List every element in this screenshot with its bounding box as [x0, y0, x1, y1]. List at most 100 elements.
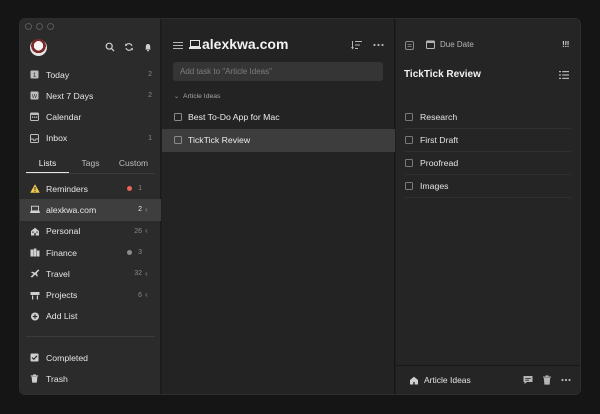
task-detail-title[interactable]: TickTick Review [404, 69, 481, 80]
add-list-button[interactable]: Add List [20, 306, 161, 327]
sidebar-item-finance[interactable]: Finance 3 [20, 242, 161, 263]
search-icon[interactable] [105, 42, 115, 52]
sidebar-item-reminders[interactable]: Reminders 1 [20, 178, 161, 199]
menu-icon[interactable] [173, 41, 183, 50]
sidebar-item-label: Completed [46, 352, 89, 363]
task-row[interactable]: TickTick Review [162, 128, 395, 152]
trash-icon[interactable] [542, 375, 552, 385]
page-title: alexkwa.com [189, 36, 288, 52]
comment-icon[interactable] [523, 375, 533, 385]
status-dot [127, 250, 132, 256]
sort-icon[interactable] [351, 40, 362, 50]
chevron-left-icon[interactable]: ‹ [145, 227, 153, 235]
checklist-icon[interactable] [559, 70, 569, 80]
close-window-button[interactable] [25, 23, 32, 30]
sidebar-header [20, 37, 161, 59]
more-icon[interactable] [561, 375, 571, 385]
zoom-window-button[interactable] [47, 23, 54, 30]
priority-button[interactable]: !!! [562, 39, 570, 49]
more-icon[interactable] [373, 40, 384, 50]
user-lists: Reminders 1 alexkwa.com 2 ‹ Personal 26 … [20, 178, 161, 327]
subtask-title: Images [420, 181, 449, 191]
plus-circle-icon [30, 312, 40, 321]
subtask-title: Research [420, 112, 458, 122]
warning-icon [30, 184, 40, 193]
svg-text:W: W [32, 94, 38, 100]
tab-lists[interactable]: Lists [26, 156, 69, 173]
task-checkbox[interactable] [174, 136, 182, 145]
section-title: Article Ideas [183, 93, 221, 100]
task-detail-pane: Due Date !!! TickTick Review Research Fi… [396, 19, 580, 394]
subtask-item[interactable]: Research [405, 106, 571, 129]
task-list-header: alexkwa.com [162, 36, 395, 56]
item-count: 3 [138, 249, 142, 257]
app-window: 1 Today 2 W Next 7 Days 2 Calendar Inbox… [20, 19, 580, 394]
subtask-item[interactable]: Proofread [405, 152, 571, 175]
due-date-button[interactable]: Due Date [426, 40, 474, 49]
chevron-left-icon[interactable]: ‹ [145, 291, 153, 299]
calendar-week-icon: W [30, 91, 39, 100]
sidebar-item-alexkwa[interactable]: alexkwa.com 2 ‹ [20, 199, 161, 221]
chevron-down-icon: ⌄ [174, 94, 180, 100]
status-dot [127, 186, 132, 192]
item-count: 1 [138, 185, 142, 193]
sidebar-item-today[interactable]: 1 Today 2 [20, 64, 161, 85]
task-row[interactable]: Best To-Do App for Mac [162, 105, 395, 129]
smart-lists: 1 Today 2 W Next 7 Days 2 Calendar Inbox… [20, 64, 161, 149]
sidebar-item-label: Travel [46, 268, 70, 279]
sidebar-item-travel[interactable]: Travel 32 ‹ [20, 263, 161, 284]
detail-footer: Article Ideas [396, 365, 580, 394]
task-complete-checkbox[interactable] [405, 41, 414, 50]
task-title: Best To-Do App for Mac [188, 111, 280, 122]
footer-list-label: Article Ideas [424, 375, 471, 385]
calendar-day-icon: 1 [30, 70, 39, 79]
calendar-icon [426, 40, 435, 49]
subtask-list: Research First Draft Proofread Images [405, 106, 571, 198]
subtask-checkbox[interactable] [405, 182, 413, 190]
item-count: 2 [138, 206, 142, 214]
sidebar-item-personal[interactable]: Personal 26 ‹ [20, 221, 161, 242]
add-task-input[interactable] [173, 62, 383, 81]
checkbox-checked-icon [30, 353, 39, 362]
bell-icon[interactable] [143, 42, 153, 52]
sidebar-item-trash[interactable]: Trash [20, 368, 161, 389]
list-title: alexkwa.com [202, 36, 289, 52]
sidebar-item-next-7-days[interactable]: W Next 7 Days 2 [20, 85, 161, 106]
house-icon [410, 376, 418, 384]
chevron-left-icon[interactable]: ‹ [145, 269, 153, 278]
project-icon [30, 291, 40, 300]
minimize-window-button[interactable] [36, 23, 43, 30]
task-checkbox[interactable] [174, 112, 182, 121]
avatar[interactable] [30, 39, 47, 56]
tab-tags[interactable]: Tags [69, 156, 112, 173]
subtask-checkbox[interactable] [405, 113, 413, 121]
sidebar-item-label: Finance [46, 247, 77, 258]
sidebar-item-label: Reminders [46, 183, 89, 194]
task-list-pane: alexkwa.com ⌄ Article Ideas Best To-Do A… [162, 19, 395, 394]
sidebar-tabs: Lists Tags Custom [26, 156, 155, 174]
task-list: Best To-Do App for Mac TickTick Review [162, 105, 395, 152]
move-to-list-button[interactable]: Article Ideas [409, 375, 471, 385]
tab-custom[interactable]: Custom [112, 156, 155, 173]
section-header[interactable]: ⌄ Article Ideas [174, 93, 220, 100]
subtask-item[interactable]: Images [405, 175, 571, 198]
sidebar-item-label: Personal [46, 226, 81, 237]
sidebar-item-label: Trash [46, 373, 68, 384]
chevron-left-icon[interactable]: ‹ [145, 205, 153, 214]
sync-icon[interactable] [124, 42, 134, 52]
subtask-checkbox[interactable] [405, 136, 413, 144]
subtask-checkbox[interactable] [405, 159, 413, 167]
sidebar-item-calendar[interactable]: Calendar [20, 106, 161, 127]
computer-icon [30, 205, 40, 214]
sidebar-item-inbox[interactable]: Inbox 1 [20, 128, 161, 149]
sidebar-item-completed[interactable]: Completed [20, 347, 161, 368]
house-icon [30, 227, 40, 236]
sidebar-item-projects[interactable]: Projects 6 ‹ [20, 284, 161, 305]
item-count: 32 [134, 270, 142, 278]
sidebar-item-label: Today [46, 69, 70, 80]
subtask-title: Proofread [420, 158, 459, 168]
item-count: 2 [148, 71, 152, 79]
sidebar-item-label: Calendar [46, 111, 82, 122]
subtask-item[interactable]: First Draft [405, 129, 571, 152]
subtask-title: First Draft [420, 135, 459, 145]
